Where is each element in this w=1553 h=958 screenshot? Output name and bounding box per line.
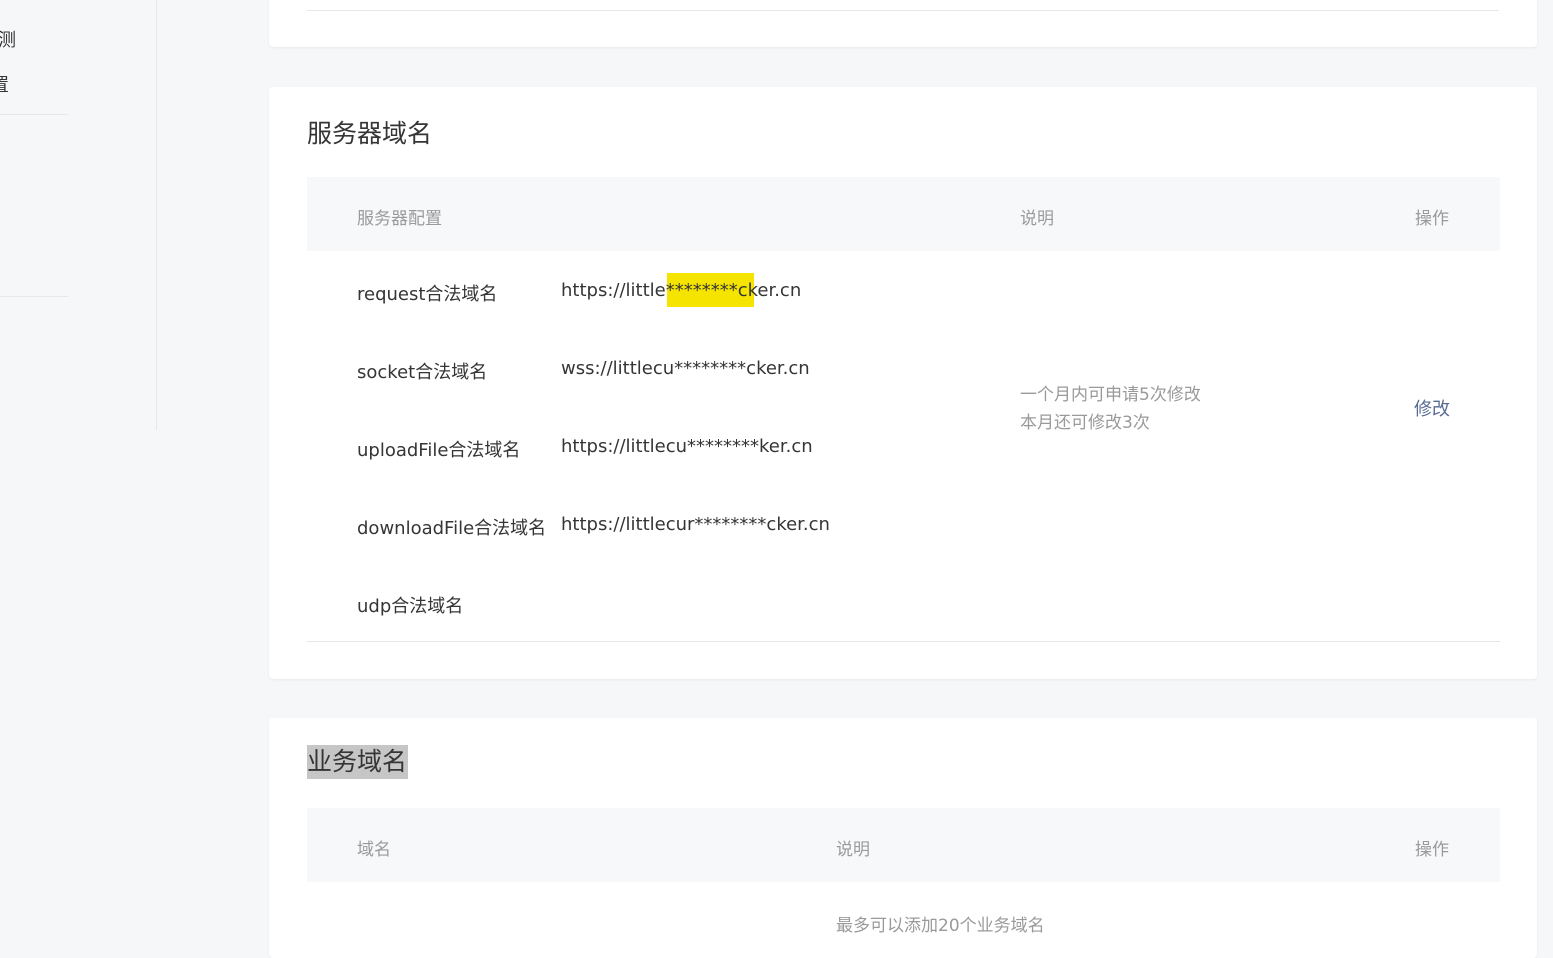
modify-description: 一个月内可申请5次修改 本月还可修改3次 — [1020, 381, 1201, 437]
header-description: 说明 — [836, 840, 870, 860]
row-value-downloadfile: https://littlecur********cker.cn — [561, 514, 830, 535]
modify-remaining-text: 本月还可修改3次 — [1020, 413, 1150, 433]
business-domain-table-header: 域名 说明 操作 — [307, 808, 1500, 882]
sidebar-divider — [0, 296, 68, 297]
header-server-config: 服务器配置 — [357, 209, 442, 229]
header-description: 说明 — [1020, 209, 1054, 229]
previous-section-card — [269, 0, 1537, 47]
row-value-uploadfile: https://littlecu********ker.cn — [561, 436, 813, 457]
row-label-request: request合法域名 — [357, 284, 498, 305]
business-domain-title: 业务域名 — [307, 745, 409, 779]
sidebar: 测 置 — [0, 0, 157, 430]
divider — [307, 10, 1499, 11]
business-domain-hint: 最多可以添加20个业务域名 — [836, 916, 1045, 936]
modify-button[interactable]: 修改 — [1414, 395, 1450, 421]
sidebar-item-test[interactable]: 测 — [0, 26, 16, 52]
row-label-socket: socket合法域名 — [357, 362, 488, 383]
header-operation: 操作 — [1415, 209, 1449, 229]
sidebar-divider — [0, 114, 68, 115]
row-label-downloadfile: downloadFile合法域名 — [357, 518, 547, 539]
sidebar-item-settings[interactable]: 置 — [0, 71, 9, 97]
server-domain-title: 服务器域名 — [307, 119, 433, 148]
modify-limit-text: 一个月内可申请5次修改 — [1020, 385, 1201, 405]
business-domain-card: 业务域名 域名 说明 操作 最多可以添加20个业务域名 — [269, 718, 1537, 958]
row-value-request: https://little********cker.cn — [561, 280, 802, 301]
header-operation: 操作 — [1415, 840, 1449, 860]
row-label-uploadfile: uploadFile合法域名 — [357, 440, 521, 461]
row-value-socket: wss://littlecu********cker.cn — [561, 358, 810, 379]
header-domain: 域名 — [357, 840, 391, 860]
server-domain-table-header: 服务器配置 说明 操作 — [307, 177, 1500, 251]
server-domain-card: 服务器域名 服务器配置 说明 操作 request合法域名 https://li… — [269, 87, 1537, 679]
table-bottom-divider — [307, 641, 1500, 642]
row-label-udp: udp合法域名 — [357, 596, 464, 617]
